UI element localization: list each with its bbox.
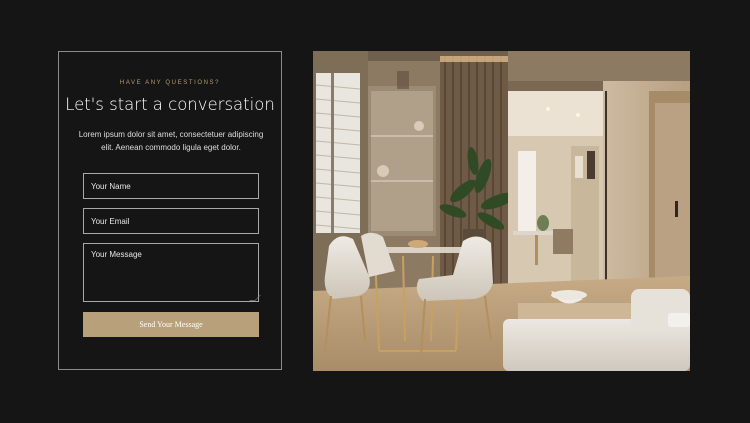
page: HAVE ANY QUESTIONS? Let's start a conver…: [0, 0, 750, 423]
message-field[interactable]: [83, 243, 259, 302]
intro-text: Lorem ipsum dolor sit amet, consectetuer…: [78, 130, 264, 152]
interior-photo-illustration: [313, 51, 690, 371]
email-field[interactable]: [83, 208, 259, 234]
page-title: Let's start a conversation: [65, 95, 275, 114]
contact-form-panel: HAVE ANY QUESTIONS? Let's start a conver…: [58, 51, 282, 370]
interior-photo: [313, 51, 690, 371]
name-field[interactable]: [83, 173, 259, 199]
eyebrow-text: HAVE ANY QUESTIONS?: [119, 80, 221, 86]
send-message-button[interactable]: Send Your Message: [83, 312, 259, 337]
